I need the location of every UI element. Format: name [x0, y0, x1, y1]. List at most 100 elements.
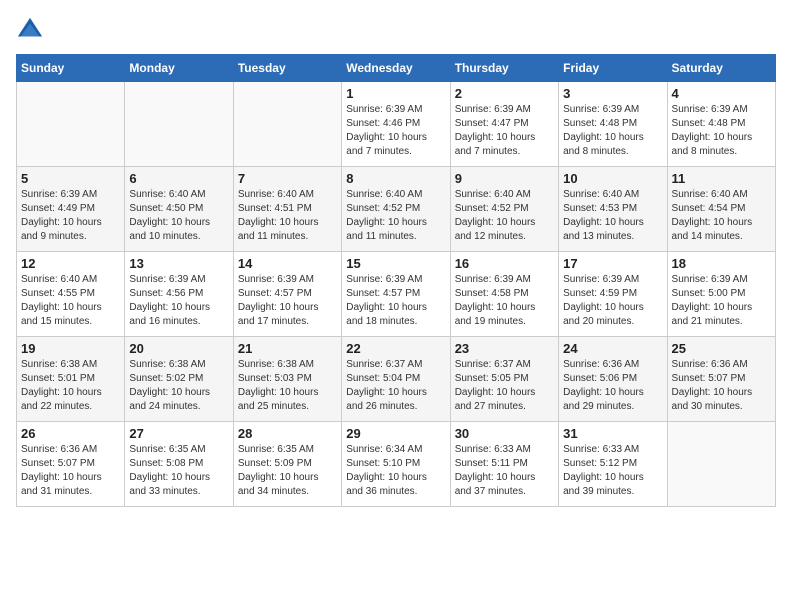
- day-info: Sunrise: 6:35 AMSunset: 5:08 PMDaylight:…: [129, 443, 228, 499]
- day-number: 22: [346, 341, 445, 356]
- day-info: Sunrise: 6:38 AMSunset: 5:01 PMDaylight:…: [21, 358, 120, 414]
- day-info: Sunrise: 6:36 AMSunset: 5:06 PMDaylight:…: [563, 358, 662, 414]
- day-info: Sunrise: 6:39 AMSunset: 4:48 PMDaylight:…: [672, 103, 771, 159]
- day-number: 12: [21, 256, 120, 271]
- day-number: 23: [455, 341, 554, 356]
- day-number: 6: [129, 171, 228, 186]
- header-cell-monday: Monday: [125, 55, 233, 82]
- day-cell: 21 Sunrise: 6:38 AMSunset: 5:03 PMDayligh…: [233, 337, 341, 422]
- day-number: 14: [238, 256, 337, 271]
- day-info: Sunrise: 6:36 AMSunset: 5:07 PMDaylight:…: [21, 443, 120, 499]
- day-number: 10: [563, 171, 662, 186]
- week-row-4: 19 Sunrise: 6:38 AMSunset: 5:01 PMDayligh…: [17, 337, 776, 422]
- day-info: Sunrise: 6:37 AMSunset: 5:04 PMDaylight:…: [346, 358, 445, 414]
- day-cell: [17, 82, 125, 167]
- day-info: Sunrise: 6:40 AMSunset: 4:51 PMDaylight:…: [238, 188, 337, 244]
- day-info: Sunrise: 6:39 AMSunset: 4:48 PMDaylight:…: [563, 103, 662, 159]
- calendar-header: SundayMondayTuesdayWednesdayThursdayFrid…: [17, 55, 776, 82]
- day-info: Sunrise: 6:40 AMSunset: 4:52 PMDaylight:…: [455, 188, 554, 244]
- day-info: Sunrise: 6:39 AMSunset: 4:59 PMDaylight:…: [563, 273, 662, 329]
- day-info: Sunrise: 6:39 AMSunset: 4:46 PMDaylight:…: [346, 103, 445, 159]
- day-info: Sunrise: 6:39 AMSunset: 4:57 PMDaylight:…: [346, 273, 445, 329]
- week-row-3: 12 Sunrise: 6:40 AMSunset: 4:55 PMDayligh…: [17, 252, 776, 337]
- day-info: Sunrise: 6:40 AMSunset: 4:50 PMDaylight:…: [129, 188, 228, 244]
- day-number: 28: [238, 426, 337, 441]
- day-info: Sunrise: 6:39 AMSunset: 4:57 PMDaylight:…: [238, 273, 337, 329]
- day-cell: 29Sunrise: 6:34 AMSunset: 5:10 PMDayligh…: [342, 422, 450, 507]
- day-number: 13: [129, 256, 228, 271]
- header-cell-sunday: Sunday: [17, 55, 125, 82]
- day-cell: 16Sunrise: 6:39 AMSunset: 4:58 PMDayligh…: [450, 252, 558, 337]
- day-info: Sunrise: 6:38 AMSunset: 5:02 PMDaylight:…: [129, 358, 228, 414]
- header-cell-friday: Friday: [559, 55, 667, 82]
- day-cell: 19 Sunrise: 6:38 AMSunset: 5:01 PMDayligh…: [17, 337, 125, 422]
- day-number: 20: [129, 341, 228, 356]
- day-cell: 22 Sunrise: 6:37 AMSunset: 5:04 PMDayligh…: [342, 337, 450, 422]
- day-number: 26: [21, 426, 120, 441]
- day-info: Sunrise: 6:40 AMSunset: 4:55 PMDaylight:…: [21, 273, 120, 329]
- day-info: Sunrise: 6:35 AMSunset: 5:09 PMDaylight:…: [238, 443, 337, 499]
- day-cell: 30Sunrise: 6:33 AMSunset: 5:11 PMDayligh…: [450, 422, 558, 507]
- week-row-1: 1 Sunrise: 6:39 AMSunset: 4:46 PMDaylight…: [17, 82, 776, 167]
- day-cell: 18 Sunrise: 6:39 AMSunset: 5:00 PMDayligh…: [667, 252, 775, 337]
- day-cell: 9Sunrise: 6:40 AMSunset: 4:52 PMDaylight…: [450, 167, 558, 252]
- logo: [16, 16, 48, 44]
- day-number: 29: [346, 426, 445, 441]
- day-number: 8: [346, 171, 445, 186]
- day-number: 11: [672, 171, 771, 186]
- day-number: 21: [238, 341, 337, 356]
- header-cell-tuesday: Tuesday: [233, 55, 341, 82]
- day-number: 27: [129, 426, 228, 441]
- day-cell: 2Sunrise: 6:39 AMSunset: 4:47 PMDaylight…: [450, 82, 558, 167]
- day-cell: 26 Sunrise: 6:36 AMSunset: 5:07 PMDayligh…: [17, 422, 125, 507]
- day-cell: 14 Sunrise: 6:39 AMSunset: 4:57 PMDayligh…: [233, 252, 341, 337]
- day-cell: 1 Sunrise: 6:39 AMSunset: 4:46 PMDaylight…: [342, 82, 450, 167]
- day-number: 2: [455, 86, 554, 101]
- day-cell: 10 Sunrise: 6:40 AMSunset: 4:53 PMDayligh…: [559, 167, 667, 252]
- day-cell: 13 Sunrise: 6:39 AMSunset: 4:56 PMDayligh…: [125, 252, 233, 337]
- day-info: Sunrise: 6:39 AMSunset: 4:56 PMDaylight:…: [129, 273, 228, 329]
- day-cell: 25 Sunrise: 6:36 AMSunset: 5:07 PMDayligh…: [667, 337, 775, 422]
- day-number: 19: [21, 341, 120, 356]
- day-number: 25: [672, 341, 771, 356]
- header-cell-thursday: Thursday: [450, 55, 558, 82]
- day-info: Sunrise: 6:38 AMSunset: 5:03 PMDaylight:…: [238, 358, 337, 414]
- day-info: Sunrise: 6:39 AMSunset: 5:00 PMDaylight:…: [672, 273, 771, 329]
- day-number: 3: [563, 86, 662, 101]
- day-info: Sunrise: 6:40 AMSunset: 4:54 PMDaylight:…: [672, 188, 771, 244]
- day-info: Sunrise: 6:36 AMSunset: 5:07 PMDaylight:…: [672, 358, 771, 414]
- calendar-body: 1 Sunrise: 6:39 AMSunset: 4:46 PMDaylight…: [17, 82, 776, 507]
- day-info: Sunrise: 6:40 AMSunset: 4:52 PMDaylight:…: [346, 188, 445, 244]
- day-number: 1: [346, 86, 445, 101]
- day-cell: 4 Sunrise: 6:39 AMSunset: 4:48 PMDaylight…: [667, 82, 775, 167]
- day-number: 7: [238, 171, 337, 186]
- day-info: Sunrise: 6:40 AMSunset: 4:53 PMDaylight:…: [563, 188, 662, 244]
- day-number: 17: [563, 256, 662, 271]
- day-cell: 3 Sunrise: 6:39 AMSunset: 4:48 PMDaylight…: [559, 82, 667, 167]
- week-row-2: 5 Sunrise: 6:39 AMSunset: 4:49 PMDaylight…: [17, 167, 776, 252]
- calendar-table: SundayMondayTuesdayWednesdayThursdayFrid…: [16, 54, 776, 507]
- day-cell: 27 Sunrise: 6:35 AMSunset: 5:08 PMDayligh…: [125, 422, 233, 507]
- day-cell: 23 Sunrise: 6:37 AMSunset: 5:05 PMDayligh…: [450, 337, 558, 422]
- day-cell: 20 Sunrise: 6:38 AMSunset: 5:02 PMDayligh…: [125, 337, 233, 422]
- header-row: SundayMondayTuesdayWednesdayThursdayFrid…: [17, 55, 776, 82]
- day-cell: 11 Sunrise: 6:40 AMSunset: 4:54 PMDayligh…: [667, 167, 775, 252]
- day-cell: 12 Sunrise: 6:40 AMSunset: 4:55 PMDayligh…: [17, 252, 125, 337]
- day-info: Sunrise: 6:39 AMSunset: 4:49 PMDaylight:…: [21, 188, 120, 244]
- day-info: Sunrise: 6:39 AMSunset: 4:58 PMDaylight:…: [455, 273, 554, 329]
- day-cell: 17 Sunrise: 6:39 AMSunset: 4:59 PMDayligh…: [559, 252, 667, 337]
- day-number: 4: [672, 86, 771, 101]
- day-number: 31: [563, 426, 662, 441]
- day-number: 24: [563, 341, 662, 356]
- page-header: [16, 16, 776, 44]
- day-number: 18: [672, 256, 771, 271]
- day-cell: 7 Sunrise: 6:40 AMSunset: 4:51 PMDaylight…: [233, 167, 341, 252]
- day-info: Sunrise: 6:33 AMSunset: 5:11 PMDaylight:…: [455, 443, 554, 499]
- day-info: Sunrise: 6:37 AMSunset: 5:05 PMDaylight:…: [455, 358, 554, 414]
- day-number: 15: [346, 256, 445, 271]
- day-cell: 15 Sunrise: 6:39 AMSunset: 4:57 PMDayligh…: [342, 252, 450, 337]
- day-number: 5: [21, 171, 120, 186]
- header-cell-saturday: Saturday: [667, 55, 775, 82]
- day-cell: 8 Sunrise: 6:40 AMSunset: 4:52 PMDaylight…: [342, 167, 450, 252]
- day-cell: [233, 82, 341, 167]
